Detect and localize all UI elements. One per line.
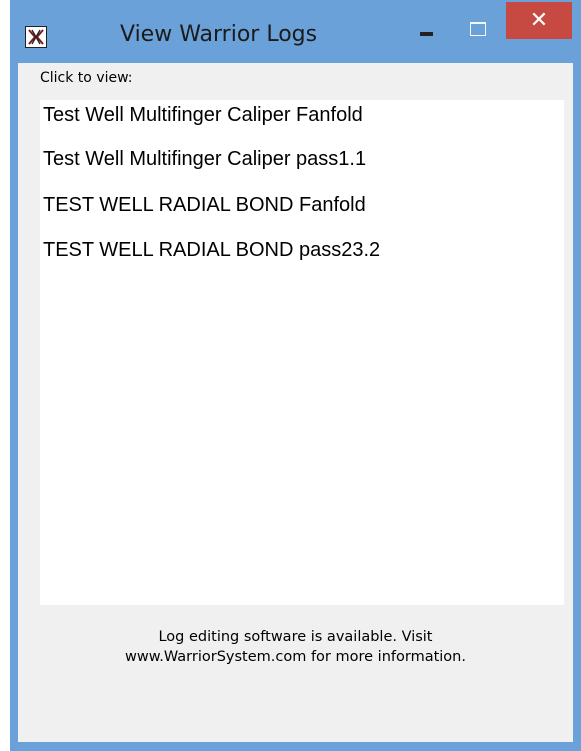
window-content: Click to view: Test Well Multifinger Cal… <box>18 63 573 742</box>
close-icon[interactable]: ✕ <box>506 2 572 39</box>
maximize-icon[interactable] <box>460 16 498 46</box>
list-item[interactable]: TEST WELL RADIAL BOND Fanfold <box>43 194 366 224</box>
info-text: Log editing software is available. Visit… <box>18 627 573 667</box>
info-line-2: www.WarriorSystem.com for more informati… <box>125 649 466 665</box>
list-item[interactable]: Test Well Multifinger Caliper pass1.1 <box>43 148 366 178</box>
info-line-1: Log editing software is available. Visit <box>158 629 433 645</box>
log-listbox[interactable]: Test Well Multifinger Caliper Fanfold Te… <box>40 100 564 605</box>
minimize-icon[interactable] <box>408 16 446 46</box>
click-to-view-label: Click to view: <box>40 70 133 86</box>
app-icon[interactable] <box>25 26 47 48</box>
list-item[interactable]: TEST WELL RADIAL BOND pass23.2 <box>43 239 380 269</box>
list-item[interactable]: Test Well Multifinger Caliper Fanfold <box>43 104 363 134</box>
app-window: View Warrior Logs ✕ Click to view: Test … <box>10 0 581 751</box>
window-title: View Warrior Logs <box>120 22 318 47</box>
title-bar[interactable]: View Warrior Logs ✕ <box>10 0 581 62</box>
